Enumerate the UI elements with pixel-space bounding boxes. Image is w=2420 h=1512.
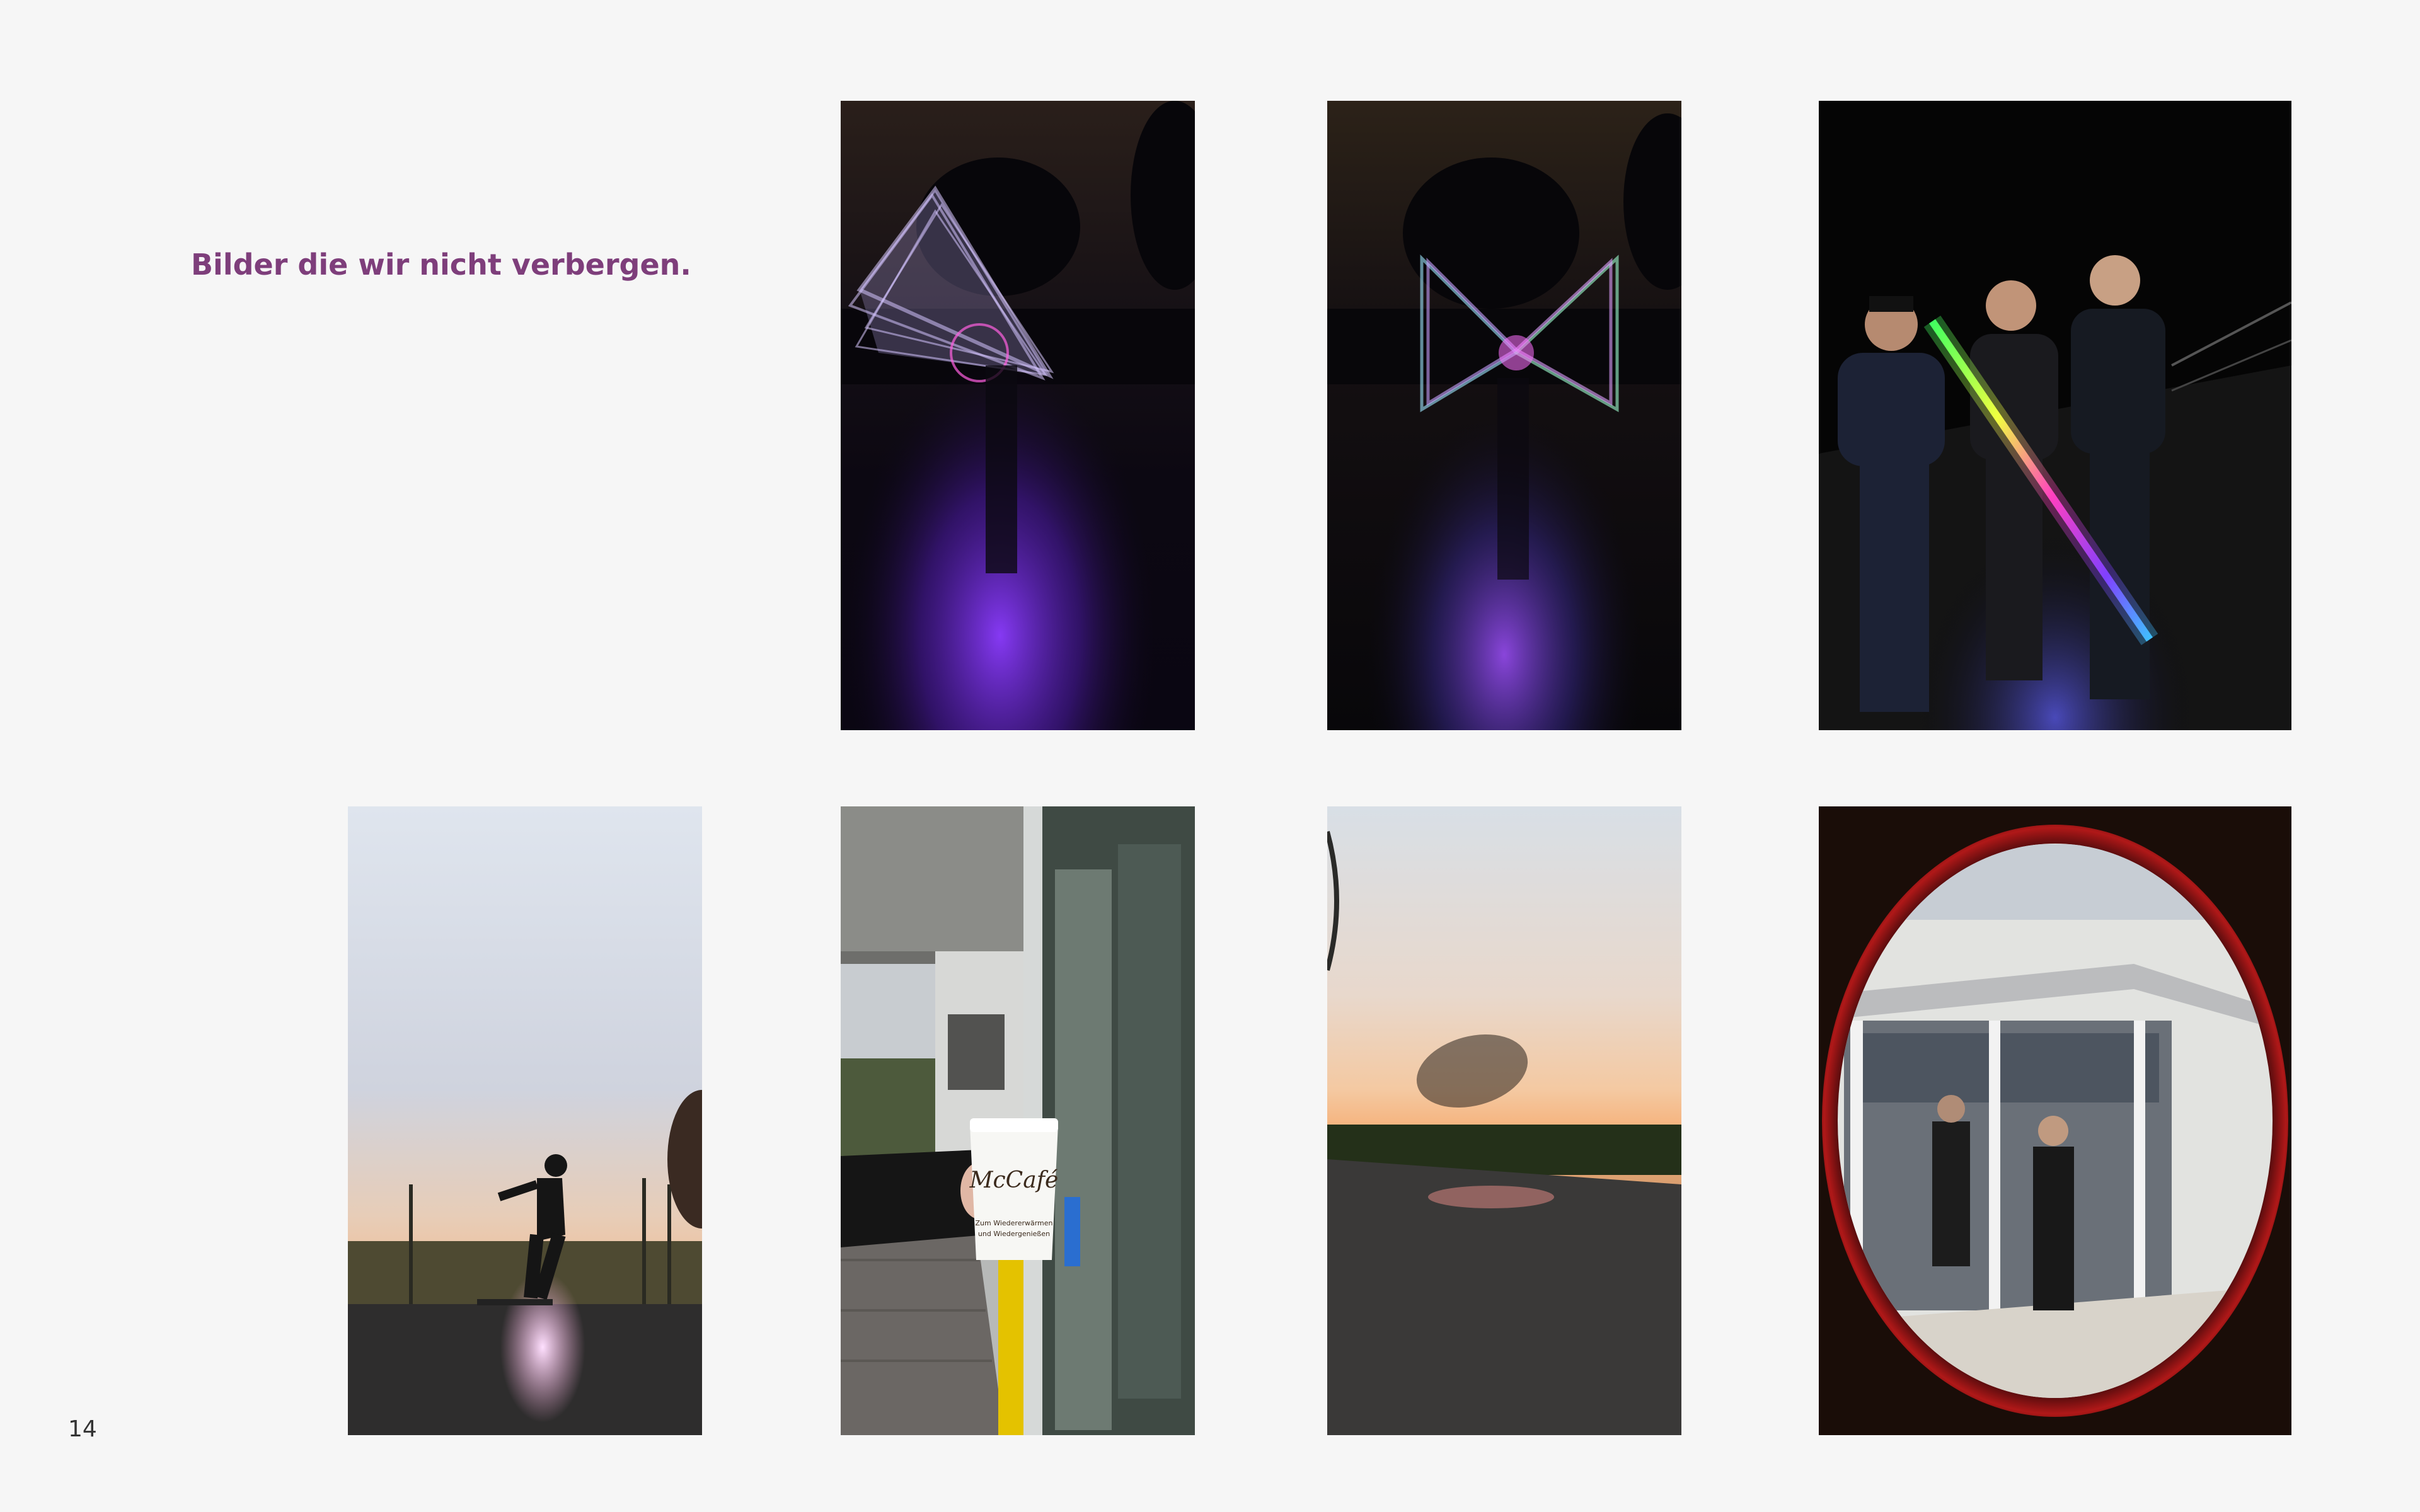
page-heading: Bilder die wir nicht verbergen. [191,248,691,282]
cup-slogan-line2: und Wiedergenießen [978,1230,1050,1238]
skateboarder-sunset-photo [348,806,702,1435]
page-number: 14 [68,1416,97,1442]
lightpainting-bowtie-photo [1327,101,1681,730]
neon-lightsaber-group-photo [1819,101,2291,730]
mccafe-cup-photo: McCafé Zum Wiedererwärmen und Wiedergeni… [841,806,1195,1435]
motion-blur-road-photo [1327,806,1681,1435]
fisheye-entrance-photo [1819,806,2291,1435]
cup-brand-text: McCafé [969,1167,1059,1193]
lightpainting-triangle-photo [841,101,1195,730]
cup-slogan-line1: Zum Wiedererwärmen [975,1219,1052,1227]
